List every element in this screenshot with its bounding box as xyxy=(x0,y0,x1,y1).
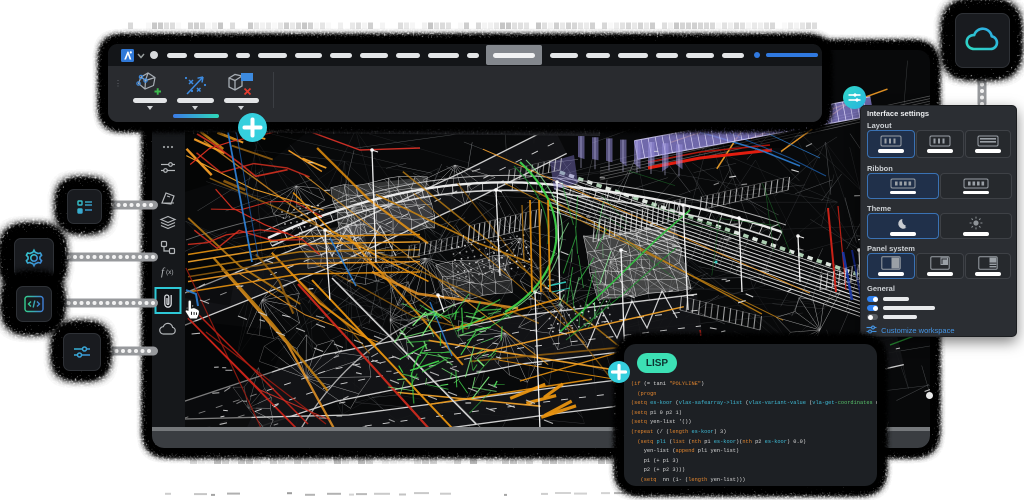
svg-text:(x): (x) xyxy=(166,269,174,276)
